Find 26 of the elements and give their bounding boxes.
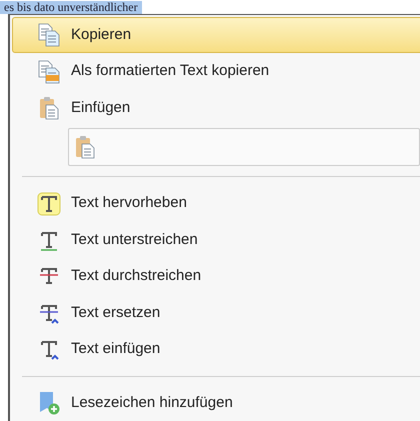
clipboard-icon: [37, 96, 61, 120]
menu-item[interactable]: Text hervorheben: [12, 185, 420, 222]
menu-item[interactable]: Text durchstreichen: [12, 258, 420, 295]
menu-item[interactable]: Text ersetzen: [12, 294, 420, 332]
highlight-text-icon: [37, 192, 61, 216]
menu-item[interactable]: Text einfügen: [12, 331, 420, 368]
copy-icon: [37, 23, 61, 48]
menu-item[interactable]: Lesezeichen hinzufügen: [12, 384, 420, 421]
paste-option-button[interactable]: [73, 135, 97, 160]
menu-item-label: Einfügen: [71, 98, 130, 118]
bookmark-add-icon: [37, 390, 61, 415]
clipboard-icon: [73, 135, 97, 160]
menu-item[interactable]: Text unterstreichen: [12, 222, 420, 258]
menu-item-label: Kopieren: [71, 24, 132, 45]
menu-item-label: Text durchstreichen: [71, 266, 202, 286]
document-text: es bis dato unverständlicher: [0, 1, 142, 14]
menu-item-label: Lesezeichen hinzufügen: [71, 392, 233, 412]
menu-item-label: Text unterstreichen: [71, 230, 198, 250]
menu-item-label: Text ersetzen: [71, 302, 160, 323]
copy-rtf-icon: [37, 60, 61, 84]
menu-item-label: Text hervorheben: [71, 193, 187, 214]
menu-item-label: Text einfügen: [71, 339, 160, 360]
menu-item[interactable]: Als formatierten Text kopieren: [12, 53, 420, 90]
menu-item-label: Als formatierten Text kopieren: [71, 61, 270, 82]
menu-item[interactable]: Kopieren: [12, 17, 420, 54]
menu-item[interactable]: Einfügen: [12, 90, 420, 126]
